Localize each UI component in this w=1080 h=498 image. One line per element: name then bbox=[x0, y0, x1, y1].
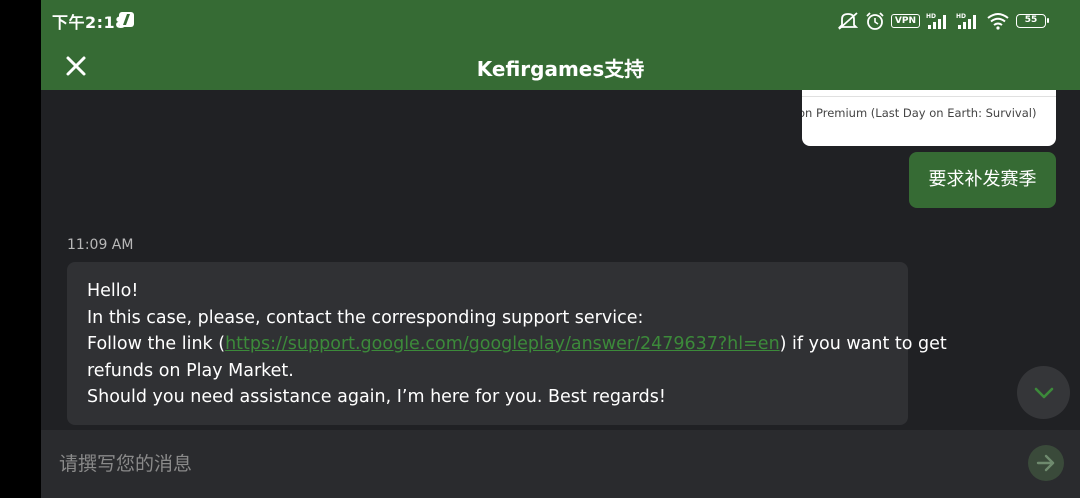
message-line: refunds on Play Market. bbox=[87, 360, 294, 381]
page-title: Kefirgames支持 bbox=[476, 57, 645, 81]
mute-icon bbox=[837, 12, 859, 30]
chevron-down-icon bbox=[1034, 387, 1054, 399]
message-timestamp: 11:09 AM bbox=[67, 237, 134, 253]
product-card[interactable]: on Premium (Last Day on Earth: Survival) bbox=[802, 90, 1056, 146]
support-link[interactable]: https://support.google.com/googleplay/an… bbox=[225, 334, 780, 354]
app-window: 下午2:18 VPN HD HD 55 Kefirgames支持 on Prem… bbox=[41, 0, 1080, 498]
send-button[interactable] bbox=[1028, 445, 1064, 481]
message-line: Should you need assistance again, I’m he… bbox=[87, 387, 666, 407]
message-line: Follow the link (https://support.google.… bbox=[87, 331, 947, 358]
user-message-bubble: 要求补发赛季 bbox=[909, 152, 1056, 208]
message-input[interactable] bbox=[59, 450, 999, 478]
signal-icon: HD bbox=[926, 13, 946, 29]
alarm-icon bbox=[866, 12, 884, 30]
message-text: ) if you want to get bbox=[779, 334, 947, 354]
card-divider bbox=[802, 96, 1056, 97]
message-text: Follow the link ( bbox=[87, 334, 226, 354]
vpn-icon: VPN bbox=[890, 14, 920, 28]
svg-text:HD: HD bbox=[926, 13, 936, 20]
signal-icon-2: HD bbox=[956, 13, 976, 29]
notification-app-icon bbox=[119, 12, 134, 27]
app-bar: Kefirgames支持 bbox=[41, 41, 1080, 90]
send-arrow-icon bbox=[1036, 454, 1055, 472]
message-composer bbox=[41, 430, 1080, 498]
chat-area[interactable]: on Premium (Last Day on Earth: Survival)… bbox=[41, 90, 1080, 430]
status-time: 下午2:18 bbox=[52, 13, 127, 32]
wifi-icon bbox=[987, 13, 1009, 30]
status-bar: 下午2:18 VPN HD HD 55 bbox=[41, 0, 1080, 41]
svg-text:HD: HD bbox=[956, 13, 966, 20]
left-edge-bar bbox=[0, 0, 41, 498]
battery-icon: 55 bbox=[1016, 14, 1049, 28]
message-line: Hello! bbox=[87, 281, 139, 301]
support-message-bubble: Hello! In this case, please, contact the… bbox=[67, 262, 947, 425]
status-icons: VPN HD HD 55 bbox=[837, 10, 1049, 32]
scroll-down-button[interactable] bbox=[1017, 366, 1070, 419]
product-card-title: on Premium (Last Day on Earth: Survival) bbox=[802, 106, 1037, 120]
message-line: In this case, please, contact the corres… bbox=[87, 307, 644, 328]
